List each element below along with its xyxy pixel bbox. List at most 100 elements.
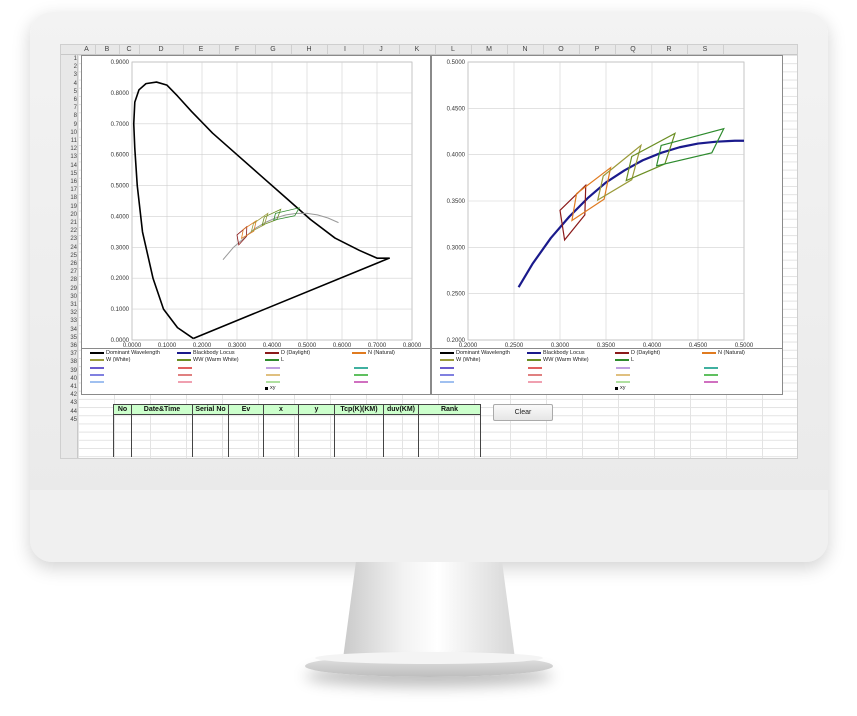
row-header-44[interactable]: 44 xyxy=(61,408,77,416)
row-header-45[interactable]: 45 xyxy=(61,416,77,424)
column-header-B[interactable]: B xyxy=(95,45,120,54)
row-header-16[interactable]: 16 xyxy=(61,178,77,186)
table-cell[interactable] xyxy=(334,429,384,436)
column-header-C[interactable]: C xyxy=(119,45,140,54)
row-header-12[interactable]: 12 xyxy=(61,145,77,153)
row-header-13[interactable]: 13 xyxy=(61,153,77,161)
row-header-43[interactable]: 43 xyxy=(61,399,77,407)
table-cell[interactable] xyxy=(113,429,132,436)
table-cell[interactable] xyxy=(383,422,419,429)
row-header-28[interactable]: 28 xyxy=(61,276,77,284)
column-header-F[interactable]: F xyxy=(219,45,256,54)
chromaticity-chart-zoom[interactable]: 0.2000 0.2500 0.3000 0.3500 0.4000 0.4500 0.50… xyxy=(431,55,783,350)
table-cell[interactable] xyxy=(131,443,193,450)
table-cell[interactable] xyxy=(298,414,335,422)
row-header-27[interactable]: 27 xyxy=(61,268,77,276)
row-header-8[interactable]: 8 xyxy=(61,112,77,120)
table-cell[interactable] xyxy=(263,429,299,436)
table-cell[interactable] xyxy=(298,450,335,457)
table-cell[interactable] xyxy=(418,422,481,429)
row-header-37[interactable]: 37 xyxy=(61,350,77,358)
table-cell[interactable] xyxy=(131,429,193,436)
table-cell[interactable] xyxy=(192,436,229,443)
table-cell[interactable] xyxy=(192,422,229,429)
clear-button[interactable]: Clear xyxy=(493,404,553,421)
table-cell[interactable] xyxy=(131,436,193,443)
table-cell[interactable] xyxy=(418,429,481,436)
row-header-15[interactable]: 15 xyxy=(61,170,77,178)
column-header-R[interactable]: R xyxy=(651,45,688,54)
table-cell[interactable] xyxy=(228,414,264,422)
table-cell[interactable] xyxy=(131,414,193,422)
table-cell[interactable] xyxy=(418,443,481,450)
table-cell[interactable] xyxy=(383,436,419,443)
row-header-3[interactable]: 3 xyxy=(61,71,77,79)
table-cell[interactable] xyxy=(298,422,335,429)
column-header-A[interactable]: A xyxy=(78,45,96,54)
row-header-1[interactable]: 1 xyxy=(61,55,77,63)
table-cell[interactable] xyxy=(263,414,299,422)
row-header-21[interactable]: 21 xyxy=(61,219,77,227)
row-header-40[interactable]: 40 xyxy=(61,375,77,383)
table-cell[interactable] xyxy=(334,436,384,443)
row-header-35[interactable]: 35 xyxy=(61,334,77,342)
row-header-5[interactable]: 5 xyxy=(61,88,77,96)
row-header-18[interactable]: 18 xyxy=(61,194,77,202)
row-header-11[interactable]: 11 xyxy=(61,137,77,145)
row-header-20[interactable]: 20 xyxy=(61,211,77,219)
row-header-42[interactable]: 42 xyxy=(61,391,77,399)
table-cell[interactable] xyxy=(192,450,229,457)
row-header-22[interactable]: 22 xyxy=(61,227,77,235)
table-cell[interactable] xyxy=(334,450,384,457)
table-cell[interactable] xyxy=(334,422,384,429)
table-cell[interactable] xyxy=(263,443,299,450)
row-header-2[interactable]: 2 xyxy=(61,63,77,71)
table-cell[interactable] xyxy=(113,422,132,429)
row-header-34[interactable]: 34 xyxy=(61,326,77,334)
row-header-31[interactable]: 31 xyxy=(61,301,77,309)
row-header-6[interactable]: 6 xyxy=(61,96,77,104)
table-cell[interactable] xyxy=(263,436,299,443)
row-header-38[interactable]: 38 xyxy=(61,358,77,366)
row-header-32[interactable]: 32 xyxy=(61,309,77,317)
column-header-I[interactable]: I xyxy=(327,45,364,54)
column-header-H[interactable]: H xyxy=(291,45,328,54)
table-cell[interactable] xyxy=(298,436,335,443)
row-header-7[interactable]: 7 xyxy=(61,104,77,112)
table-cell[interactable] xyxy=(131,422,193,429)
table-cell[interactable] xyxy=(228,422,264,429)
table-cell[interactable] xyxy=(383,443,419,450)
table-cell[interactable] xyxy=(334,443,384,450)
table-cell[interactable] xyxy=(192,414,229,422)
column-header-J[interactable]: J xyxy=(363,45,400,54)
table-cell[interactable] xyxy=(113,443,132,450)
row-header-14[interactable]: 14 xyxy=(61,162,77,170)
column-header-N[interactable]: N xyxy=(507,45,544,54)
column-header-O[interactable]: O xyxy=(543,45,580,54)
table-cell[interactable] xyxy=(263,450,299,457)
column-header-M[interactable]: M xyxy=(471,45,508,54)
table-cell[interactable] xyxy=(192,443,229,450)
row-header-9[interactable]: 9 xyxy=(61,121,77,129)
row-header-4[interactable]: 4 xyxy=(61,80,77,88)
table-cell[interactable] xyxy=(228,429,264,436)
row-header-29[interactable]: 29 xyxy=(61,285,77,293)
row-header-41[interactable]: 41 xyxy=(61,383,77,391)
row-header-33[interactable]: 33 xyxy=(61,317,77,325)
table-cell[interactable] xyxy=(131,450,193,457)
table-cell[interactable] xyxy=(383,450,419,457)
table-cell[interactable] xyxy=(418,436,481,443)
column-header-K[interactable]: K xyxy=(399,45,436,54)
table-cell[interactable] xyxy=(228,436,264,443)
column-header-Q[interactable]: Q xyxy=(615,45,652,54)
row-header-36[interactable]: 36 xyxy=(61,342,77,350)
column-header-G[interactable]: G xyxy=(255,45,292,54)
column-header-P[interactable]: P xyxy=(579,45,616,54)
table-cell[interactable] xyxy=(263,422,299,429)
table-cell[interactable] xyxy=(334,414,384,422)
table-cell[interactable] xyxy=(113,450,132,457)
row-header-39[interactable]: 39 xyxy=(61,367,77,375)
row-header-26[interactable]: 26 xyxy=(61,260,77,268)
table-cell[interactable] xyxy=(228,443,264,450)
row-header-10[interactable]: 10 xyxy=(61,129,77,137)
